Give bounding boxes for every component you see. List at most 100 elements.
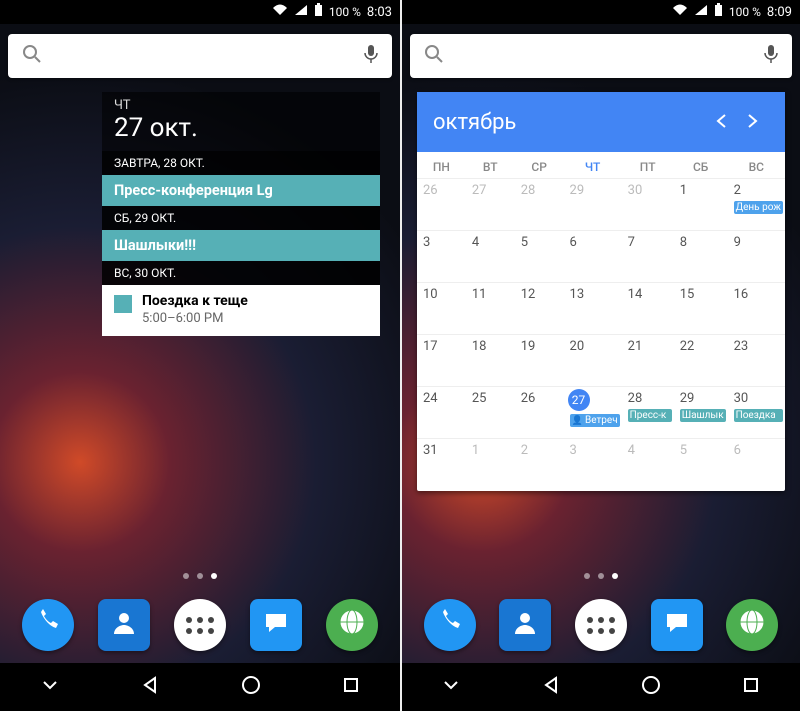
day-cell[interactable]: 26 — [417, 179, 466, 231]
nav-down-icon[interactable] — [441, 675, 461, 699]
day-cell[interactable]: 29Шашлык — [674, 387, 728, 439]
nav-recent-button[interactable] — [741, 675, 761, 699]
day-cell[interactable]: 22 — [674, 335, 728, 387]
day-cell[interactable]: 1 — [466, 439, 515, 491]
agenda-header[interactable]: ЧТ 27 окт. — [102, 92, 380, 151]
day-cell[interactable]: 28 — [515, 179, 564, 231]
nav-back-button[interactable] — [540, 674, 562, 700]
app-browser[interactable] — [726, 599, 778, 651]
day-cell[interactable]: 11 — [466, 283, 515, 335]
page-indicator — [402, 573, 800, 579]
day-cell[interactable]: 28Пресс-к — [622, 387, 674, 439]
day-cell[interactable]: 2День рож — [728, 179, 785, 231]
nav-down-icon[interactable] — [40, 675, 60, 699]
event-color-swatch — [114, 295, 132, 313]
search-icon — [22, 44, 42, 68]
day-cell[interactable]: 21 — [622, 335, 674, 387]
clock: 8:03 — [367, 5, 392, 20]
page-dot — [211, 573, 217, 579]
event-time: 5:00–6:00 PM — [142, 311, 248, 326]
day-cell[interactable]: 3 — [564, 439, 622, 491]
nav-recent-button[interactable] — [341, 675, 361, 699]
app-contacts[interactable] — [98, 599, 150, 651]
agenda-event[interactable]: Шашлыки!!! — [102, 230, 380, 261]
app-drawer[interactable] — [174, 599, 226, 651]
day-cell[interactable]: 18 — [466, 335, 515, 387]
signal-icon — [694, 4, 708, 20]
day-number: 26 — [521, 391, 536, 406]
event-chip[interactable]: День рож — [734, 201, 783, 214]
day-cell[interactable]: 4 — [466, 231, 515, 283]
day-cell[interactable]: 9 — [728, 231, 785, 283]
agenda-widget[interactable]: ЧТ 27 окт. ЗАВТРА, 28 ОКТ.Пресс-конферен… — [102, 92, 380, 336]
day-cell[interactable]: 14 — [622, 283, 674, 335]
day-number: 31 — [423, 443, 438, 458]
day-cell[interactable]: 12 — [515, 283, 564, 335]
day-cell[interactable]: 25 — [466, 387, 515, 439]
nav-back-button[interactable] — [139, 674, 161, 700]
weekday-header: ВС — [728, 152, 785, 179]
browser-icon — [337, 607, 367, 644]
agenda-date: 27 окт. — [114, 113, 368, 143]
nav-home-button[interactable] — [640, 674, 662, 700]
day-number: 10 — [423, 287, 438, 302]
day-cell[interactable]: 6 — [564, 231, 622, 283]
next-month-button[interactable] — [737, 106, 769, 138]
app-browser[interactable] — [326, 599, 378, 651]
day-cell[interactable]: 10 — [417, 283, 466, 335]
event-chip[interactable]: Ветреч — [570, 414, 620, 427]
day-cell[interactable]: 23 — [728, 335, 785, 387]
app-drawer[interactable] — [575, 599, 627, 651]
day-cell[interactable]: 16 — [728, 283, 785, 335]
app-phone[interactable] — [22, 599, 74, 651]
day-cell[interactable]: 31 — [417, 439, 466, 491]
day-cell[interactable]: 17 — [417, 335, 466, 387]
app-messages[interactable] — [651, 599, 703, 651]
day-cell[interactable]: 27 Ветреч — [564, 387, 622, 439]
today-marker: 27 — [568, 389, 590, 411]
agenda-event-card[interactable]: Поездка к теще5:00–6:00 PM — [102, 285, 380, 336]
day-number: 19 — [521, 339, 536, 354]
prev-month-button[interactable] — [705, 106, 737, 138]
day-cell[interactable]: 6 — [728, 439, 785, 491]
day-cell[interactable]: 5 — [674, 439, 728, 491]
day-number: 16 — [734, 287, 749, 302]
month-widget[interactable]: октябрь ПНВТСРЧТПТСБВС 262728293012День … — [417, 92, 785, 491]
event-chip[interactable]: Шашлык — [680, 409, 726, 422]
day-cell[interactable]: 27 — [466, 179, 515, 231]
day-number: 13 — [570, 287, 585, 302]
app-drawer-icon — [186, 617, 214, 634]
day-cell[interactable]: 8 — [674, 231, 728, 283]
app-contacts[interactable] — [499, 599, 551, 651]
app-phone[interactable] — [424, 599, 476, 651]
day-cell[interactable]: 2 — [515, 439, 564, 491]
page-indicator — [0, 573, 400, 579]
search-bar[interactable] — [8, 34, 392, 78]
day-cell[interactable]: 24 — [417, 387, 466, 439]
day-cell[interactable]: 19 — [515, 335, 564, 387]
day-cell[interactable]: 29 — [564, 179, 622, 231]
day-cell[interactable]: 13 — [564, 283, 622, 335]
day-cell[interactable]: 26 — [515, 387, 564, 439]
day-number: 11 — [472, 287, 487, 302]
day-cell[interactable]: 1 — [674, 179, 728, 231]
day-cell[interactable]: 20 — [564, 335, 622, 387]
nav-home-button[interactable] — [240, 674, 262, 700]
search-bar[interactable] — [410, 34, 792, 78]
day-cell[interactable]: 3 — [417, 231, 466, 283]
page-dot — [183, 573, 189, 579]
weekday-header: ВТ — [466, 152, 515, 179]
mic-icon[interactable] — [364, 44, 378, 68]
day-cell[interactable]: 4 — [622, 439, 674, 491]
event-chip[interactable]: Пресс-к — [628, 409, 672, 422]
mic-icon[interactable] — [764, 44, 778, 68]
day-cell[interactable]: 30Поездка — [728, 387, 785, 439]
weekday-header: ЧТ — [564, 152, 622, 179]
agenda-event[interactable]: Пресс-конференция Lg — [102, 175, 380, 206]
day-cell[interactable]: 7 — [622, 231, 674, 283]
day-cell[interactable]: 5 — [515, 231, 564, 283]
event-chip[interactable]: Поездка — [734, 409, 783, 422]
day-cell[interactable]: 30 — [622, 179, 674, 231]
day-cell[interactable]: 15 — [674, 283, 728, 335]
app-messages[interactable] — [250, 599, 302, 651]
